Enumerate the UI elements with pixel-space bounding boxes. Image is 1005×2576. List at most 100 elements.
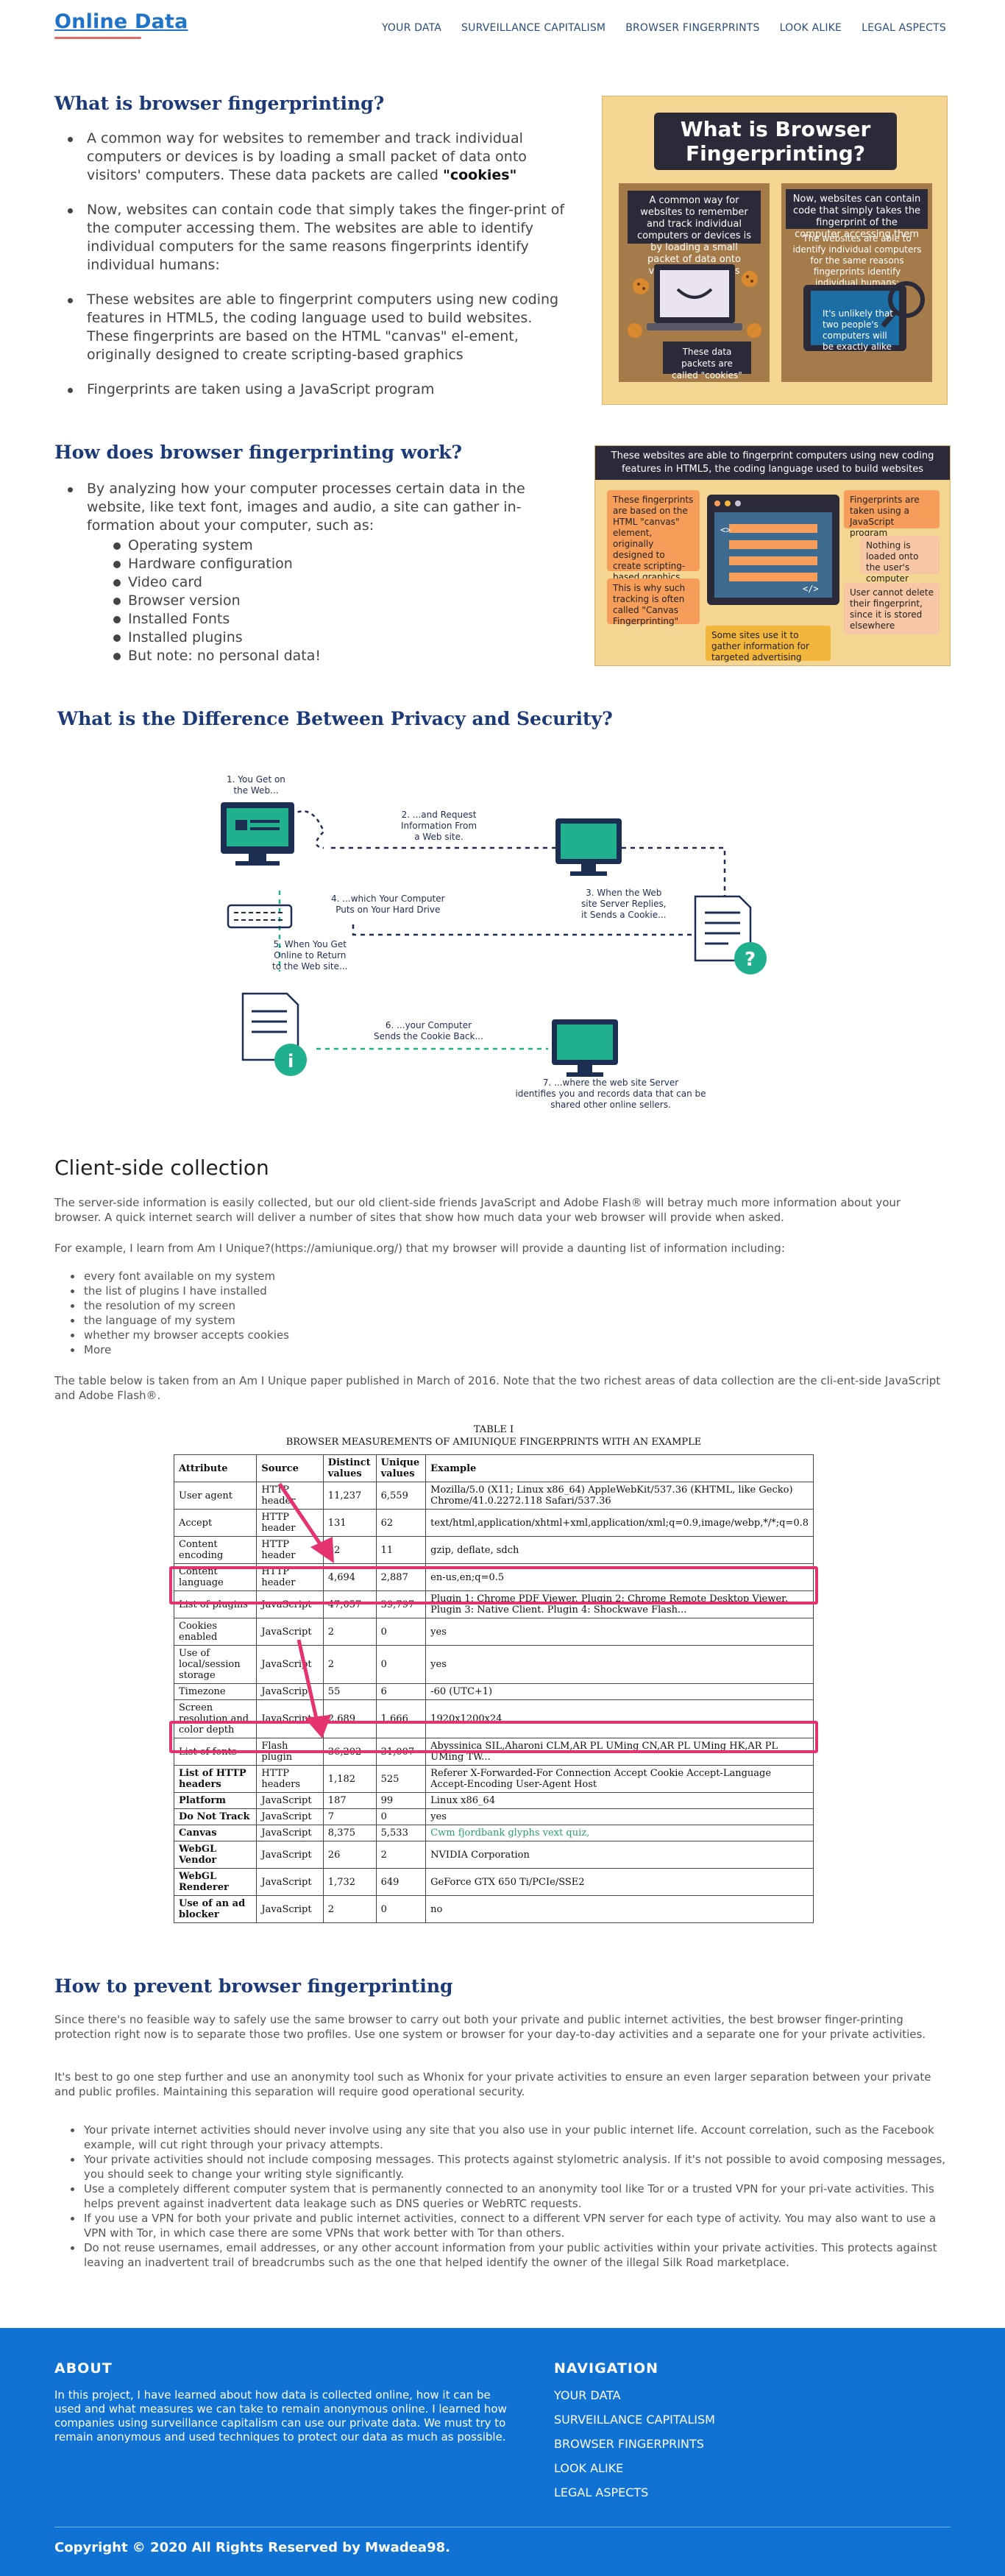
step-line: 7. ...where the web site Server: [542, 1078, 679, 1088]
site-logo[interactable]: Online Data: [54, 10, 188, 33]
table-row: Platform JavaScript 187 99 Linux x86_64: [173, 1792, 814, 1809]
table-header-row: Attribute Source Distinct values Unique …: [173, 1454, 814, 1482]
infographic2-card-name: This is why such tracking is often calle…: [607, 578, 700, 626]
infographic2-card-nothing-loaded: Nothing is loaded onto the user's comput…: [860, 536, 940, 584]
table-row: List of HTTP headers HTTP headers 1,182 525…: [173, 1765, 814, 1793]
list-item: BROWSER FINGERPRINTS: [554, 2437, 715, 2451]
table-cell: JavaScript: [256, 1895, 324, 1923]
section-fingerprinting-title: What is browser fingerprinting?: [54, 93, 385, 114]
infographic-right-caption: It's unlikely that two people's computer…: [823, 308, 894, 352]
cookies-word: "cookies": [442, 167, 517, 183]
footer-about-title: ABOUT: [54, 2360, 113, 2377]
section-how-it-works-title: How does browser fingerprinting work?: [54, 442, 463, 463]
table-row: Use of an ad blocker JavaScript 2 0 no: [173, 1895, 814, 1923]
nav-browser-fingerprints[interactable]: BROWSER FINGERPRINTS: [625, 22, 759, 34]
client-paragraph-3: The table below is taken from an Am I Un…: [54, 1374, 941, 1402]
footer-navigation-title: NAVIGATION: [554, 2360, 658, 2377]
table-cell: no: [425, 1895, 814, 1923]
table-row: Timezone JavaScript 55 6 -60 (UTC+1): [173, 1683, 814, 1700]
table-cell: WebGL Vendor: [173, 1841, 258, 1869]
step-line: Online to Return: [274, 950, 347, 960]
table-cell: 7: [322, 1808, 377, 1825]
table-cell: 0: [375, 1895, 427, 1923]
bullet-item: By analyzing how your computer processes…: [54, 480, 574, 665]
table-cell: Timezone: [173, 1683, 258, 1700]
infographic2-card-javascript: Fingerprints are taken using a JavaScrip…: [844, 490, 940, 538]
step-3-label: 3. When the Web site Server Replies, it Se…: [581, 888, 667, 921]
list-item: Do not reuse usernames, email addresses,…: [54, 2240, 951, 2270]
footer-link-look-alike[interactable]: LOOK ALIKE: [554, 2461, 623, 2475]
step-4-label: 4. ...which Your Computer Puts on Your Ha…: [331, 894, 445, 916]
step-line: 6. ...your Computer: [385, 1020, 472, 1030]
info-document-icon: i: [241, 992, 307, 1076]
table-cell: 8,375: [322, 1825, 377, 1841]
table-cell: Do Not Track: [173, 1808, 258, 1825]
table-row: Canvas JavaScript 8,375 5,533 Cwm fjordbank …: [173, 1825, 814, 1841]
table-cell: HTTP headers: [256, 1765, 324, 1793]
list-item: Your private activities should not inclu…: [54, 2152, 951, 2182]
table-row: Do Not Track JavaScript 7 0 yes: [173, 1808, 814, 1825]
list-item: Installed plugins: [87, 629, 574, 647]
table-cell: Platform: [173, 1792, 258, 1809]
column-header: Example: [425, 1454, 814, 1482]
table-cell: 5,533: [375, 1825, 427, 1841]
table-cell: Linux x86_64: [425, 1792, 814, 1809]
nav-look-alike[interactable]: LOOK ALIKE: [780, 22, 842, 34]
table-cell: gzip, deflate, sdch: [425, 1536, 814, 1564]
infographic2-header: These websites are able to fingerprint c…: [595, 446, 950, 480]
table-cell: 6: [375, 1683, 427, 1700]
cookie-flow-diagram: ? i 1. You Get on the Web... 2. ...and Re…: [213, 765, 802, 1110]
bullet-item: Fingerprints are taken using a JavaScrip…: [54, 381, 574, 399]
footer-link-browser-fingerprints[interactable]: BROWSER FINGERPRINTS: [554, 2437, 704, 2451]
infographic-left-panel: A common way for websites to remember an…: [619, 183, 770, 382]
list-item: Use a completely different computer syst…: [54, 2182, 951, 2211]
step-2-label: 2. ...and Request Information From a Web s…: [401, 810, 477, 843]
step-line: the Web...: [233, 785, 279, 796]
step-line: identifies you and records data that can…: [515, 1089, 706, 1099]
table-cell: 11: [375, 1536, 427, 1564]
table-row: Cookies enabled JavaScript 2 0 yes: [173, 1618, 814, 1646]
step-line: 2. ...and Request: [401, 810, 477, 820]
bullet-item: A common way for websites to remember an…: [54, 130, 574, 185]
step-line: shared other online sellers.: [550, 1100, 671, 1110]
table-cell: 0: [375, 1808, 427, 1825]
table-cell: 62: [375, 1509, 427, 1537]
table-caption-title: BROWSER MEASUREMENTS OF AMIUNIQUE FINGER…: [285, 1437, 702, 1448]
table-cell: WebGL Renderer: [173, 1868, 258, 1896]
table-cell: Use of an ad blocker: [173, 1895, 258, 1923]
table-cell: 99: [375, 1792, 427, 1809]
nav-surveillance-capitalism[interactable]: SURVEILLANCE CAPITALISM: [461, 22, 606, 34]
prevent-title: How to prevent browser fingerprinting: [54, 1975, 453, 1997]
infographic-right-panel: Now, websites can contain code that simp…: [781, 183, 932, 382]
infographic2-card-canvas: These fingerprints are based on the HTML…: [607, 490, 700, 582]
footer-about-text: In this project, I have learned about ho…: [54, 2388, 507, 2444]
fonts-highlight-box: [169, 1721, 818, 1753]
footer-link-surveillance-capitalism[interactable]: SURVEILLANCE CAPITALISM: [554, 2413, 715, 2427]
list-item: More: [54, 1342, 289, 1357]
step-line: Sends the Cookie Back...: [374, 1031, 483, 1041]
table-cell: JavaScript: [256, 1841, 324, 1869]
nav-your-data[interactable]: YOUR DATA: [382, 22, 441, 34]
list-item: the list of plugins I have installed: [54, 1284, 289, 1298]
list-item: every font available on my system: [54, 1269, 289, 1284]
client-paragraph-2: For example, I learn from Am I Unique?(h…: [54, 1242, 785, 1255]
main-nav: YOUR DATA SURVEILLANCE CAPITALISM BROWSE…: [382, 22, 946, 34]
step-line: Information From: [401, 821, 477, 831]
column-header: Attribute: [173, 1454, 258, 1482]
table-cell: 1,182: [322, 1765, 377, 1793]
footer-link-your-data[interactable]: YOUR DATA: [554, 2388, 621, 2402]
prevent-paragraph-1: Since there's no feasible way to safely …: [54, 2013, 926, 2041]
amiunique-table-figure: TABLE I BROWSER MEASUREMENTS OF AMIUNIQU…: [169, 1423, 818, 1939]
table-cell: Mozilla/5.0 (X11; Linux x86_64) AppleWeb…: [425, 1482, 814, 1510]
list-item: LEGAL ASPECTS: [554, 2485, 715, 2499]
footer-link-legal-aspects[interactable]: LEGAL ASPECTS: [554, 2485, 648, 2499]
table-cell: GeForce GTX 650 Ti/PCIe/SSE2: [425, 1868, 814, 1896]
web-server-return-icon: [552, 1019, 618, 1077]
list-item: YOUR DATA: [554, 2388, 715, 2402]
step-line: to the Web site...: [272, 961, 348, 972]
list-item: Installed Fonts: [87, 610, 574, 629]
nav-legal-aspects[interactable]: LEGAL ASPECTS: [862, 22, 946, 34]
table-cell: Content encoding: [173, 1536, 258, 1564]
step-7-label: 7. ...where the web site Server identifie…: [486, 1078, 736, 1111]
svg-text:?: ?: [745, 949, 756, 971]
